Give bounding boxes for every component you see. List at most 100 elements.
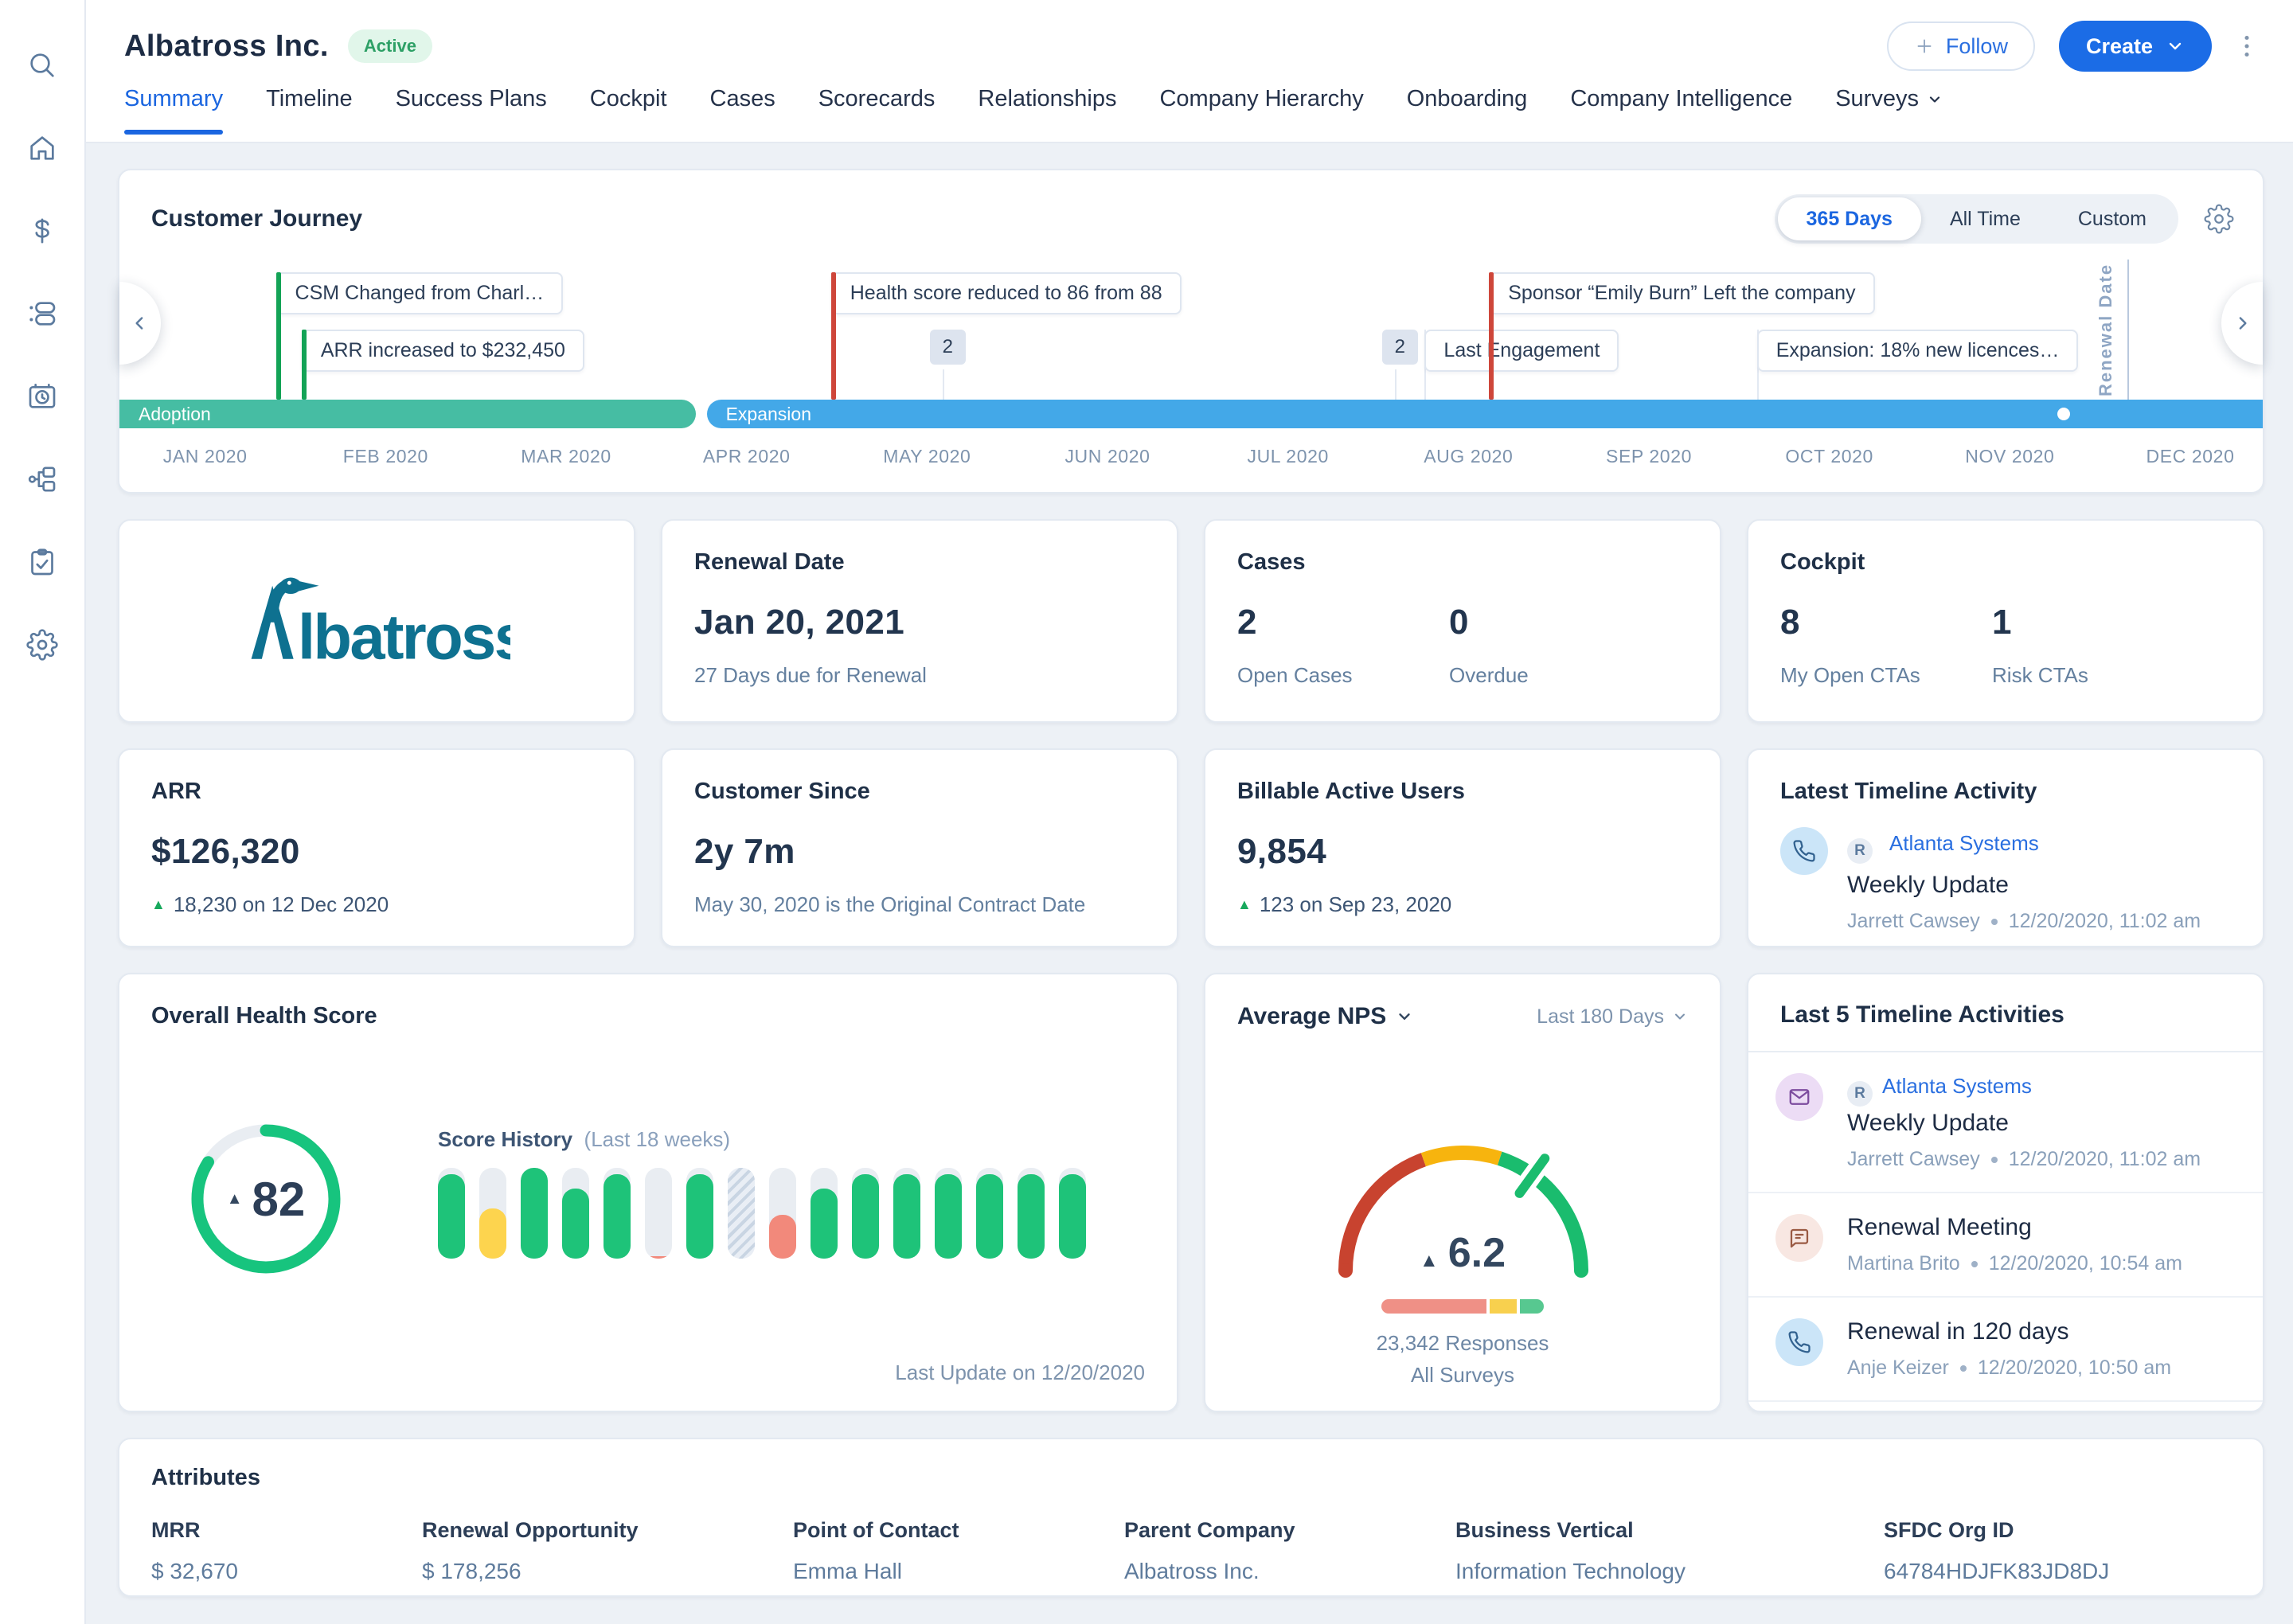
journey-settings-gear-icon[interactable] xyxy=(2204,204,2234,234)
relationship-badge: R xyxy=(1847,1081,1873,1107)
timeline-activity-item[interactable]: Renewal Meeting Martina Brito 12/20/2020, … xyxy=(1748,1193,2263,1298)
score-history-bar xyxy=(811,1168,838,1259)
tab-surveys[interactable]: Surveys xyxy=(1835,86,1943,133)
overdue-cases-value: 0 xyxy=(1449,603,1469,642)
nps-responses: 23,342 Responses xyxy=(1376,1331,1549,1355)
sidebar-item-timeline[interactable] xyxy=(0,355,85,438)
sidebar-item-revenue[interactable] xyxy=(0,189,85,272)
tab-company-intelligence[interactable]: Company Intelligence xyxy=(1570,86,1792,133)
journey-event-label[interactable]: CSM Changed from Charl… xyxy=(275,272,564,314)
activity-timestamp: 12/20/2020, 11:02 am xyxy=(2008,910,2201,932)
range-custom[interactable]: Custom xyxy=(2049,197,2175,240)
more-options-button[interactable] xyxy=(2232,32,2261,61)
risk-ctas-value: 1 xyxy=(1992,603,2012,642)
follow-button[interactable]: Follow xyxy=(1886,21,2035,71)
call-icon xyxy=(1775,1318,1823,1366)
attribute-parent-company: Parent Company Albatross Inc. xyxy=(1124,1518,1295,1583)
sidebar-item-search[interactable] xyxy=(0,24,85,107)
email-icon xyxy=(1775,1073,1823,1121)
journey-event-label[interactable]: Expansion: 18% new licences… xyxy=(1756,330,2079,372)
tab-onboarding[interactable]: Onboarding xyxy=(1407,86,1528,133)
tab-success-plans[interactable]: Success Plans xyxy=(396,86,547,133)
health-score-value: 82 xyxy=(252,1172,306,1226)
month-label: NOV 2020 xyxy=(1965,446,2055,467)
relationship-badge: R xyxy=(1847,838,1873,864)
attribute-point-of-contact: Point of Contact Emma Hall xyxy=(793,1518,959,1583)
tab-timeline[interactable]: Timeline xyxy=(266,86,353,133)
relationship-link[interactable]: Atlanta Systems xyxy=(1889,831,2039,855)
create-label: Create xyxy=(2085,33,2153,58)
albatross-logo: lbatross xyxy=(243,568,510,673)
journey-phase-adoption[interactable]: Adoption xyxy=(119,400,697,428)
timeline-activity-item[interactable]: R Atlanta Systems Weekly Update Jarrett Caw… xyxy=(1748,1052,2263,1193)
call-icon xyxy=(1780,827,1828,875)
customer-journey-title: Customer Journey xyxy=(151,205,363,232)
attributes-card: Attributes MRR $ 32,670 Renewal Opportunit… xyxy=(118,1438,2264,1597)
my-open-ctas-label: My Open CTAs xyxy=(1780,663,1920,687)
journey-prev-button[interactable] xyxy=(119,282,161,365)
journey-range-toggle: 365 Days All Time Custom xyxy=(1774,194,2178,244)
sidebar-item-settings[interactable] xyxy=(0,603,85,686)
nps-scope: All Surveys xyxy=(1410,1363,1515,1387)
activity-author: Jarrett Cawsey xyxy=(1847,910,1980,932)
journey-event-label[interactable]: Sponsor “Emily Burn” Left the company xyxy=(1489,272,1875,314)
activity-title[interactable]: Weekly Update xyxy=(1847,872,2201,899)
journey-phase-expansion[interactable]: Expansion xyxy=(706,400,2263,428)
plus-icon xyxy=(1914,36,1935,57)
journey-event-label[interactable]: ARR increased to $232,450 xyxy=(301,330,584,372)
app-sidebar xyxy=(0,0,86,1624)
score-history-bar xyxy=(769,1168,796,1259)
follow-label: Follow xyxy=(1945,33,2008,58)
nps-distribution-bar xyxy=(1381,1299,1544,1314)
journey-event-label[interactable]: Health score reduced to 86 from 88 xyxy=(830,272,1182,314)
main-content: Customer Journey 365 Days All Time Custo… xyxy=(86,143,2293,1624)
sidebar-item-surveys[interactable] xyxy=(0,521,85,603)
journey-event-label[interactable]: Last Engagement xyxy=(1424,330,1619,372)
tab-scorecards[interactable]: Scorecards xyxy=(818,86,936,133)
attribute-business-vertical: Business Vertical Information Technology xyxy=(1455,1518,1686,1583)
score-history-bar xyxy=(645,1168,672,1259)
timeline-activity-item[interactable]: Renewal in 120 days Anje Keizer 12/20/2020… xyxy=(1748,1298,2263,1402)
range-all-time[interactable]: All Time xyxy=(1921,197,2049,240)
renewal-date-marker: Renewal Date xyxy=(2096,263,2116,396)
timeline-activities-card: Last 5 Timeline Activities R Atlanta Syst… xyxy=(1747,973,2264,1412)
settings-gear-icon xyxy=(26,629,58,661)
billable-users-value: 9,854 xyxy=(1237,832,1327,871)
customer-journey-card: Customer Journey 365 Days All Time Custo… xyxy=(118,169,2264,494)
score-history-bar xyxy=(728,1168,755,1259)
month-label: MAR 2020 xyxy=(521,446,611,467)
sidebar-item-cta-list[interactable] xyxy=(0,272,85,355)
activity-title: Weekly Update xyxy=(1847,1110,2009,1136)
sidebar-item-home[interactable] xyxy=(0,107,85,189)
renewal-date-card: Renewal Date Jan 20, 2021 27 Days due fo… xyxy=(661,519,1178,723)
activity-meta: Jarrett Cawsey 12/20/2020, 11:02 am xyxy=(1847,910,2201,933)
sidebar-item-hierarchy[interactable] xyxy=(0,438,85,521)
my-open-ctas-value: 8 xyxy=(1780,603,1800,642)
relationship-link[interactable]: Atlanta Systems xyxy=(1882,1074,2032,1098)
renewal-date-subtext: 27 Days due for Renewal xyxy=(694,663,927,687)
tab-cockpit[interactable]: Cockpit xyxy=(590,86,667,133)
open-cases-value: 2 xyxy=(1237,603,1257,642)
company-hierarchy-icon xyxy=(26,463,58,495)
cockpit-card: Cockpit 8 My Open CTAs 1 Risk CTAs xyxy=(1747,519,2264,723)
arr-value: $126,320 xyxy=(151,832,300,871)
month-label: JAN 2020 xyxy=(162,446,248,467)
range-365-days[interactable]: 365 Days xyxy=(1777,197,1921,240)
journey-event-count-badge[interactable]: 2 xyxy=(929,330,966,365)
activity-meta: Jarrett Cawsey 12/20/2020, 11:02 am xyxy=(1847,1148,2201,1170)
journey-event-count-badge[interactable]: 2 xyxy=(1381,330,1418,365)
score-history-bar xyxy=(1018,1168,1045,1259)
create-button[interactable]: Create xyxy=(2058,21,2212,72)
tab-summary[interactable]: Summary xyxy=(124,86,224,134)
tab-cases[interactable]: Cases xyxy=(710,86,775,133)
customer-since-subtext: May 30, 2020 is the Original Contract Da… xyxy=(694,892,1086,916)
tab-relationships[interactable]: Relationships xyxy=(978,86,1116,133)
month-label: JUL 2020 xyxy=(1247,446,1329,467)
tab-company-hierarchy[interactable]: Company Hierarchy xyxy=(1159,86,1363,133)
status-badge: Active xyxy=(347,29,432,63)
arr-title: ARR xyxy=(151,779,201,804)
chevron-down-icon xyxy=(2169,42,2182,50)
score-history-bar xyxy=(479,1168,506,1259)
journey-next-button[interactable] xyxy=(2221,282,2263,365)
open-cases-label: Open Cases xyxy=(1237,663,1353,687)
